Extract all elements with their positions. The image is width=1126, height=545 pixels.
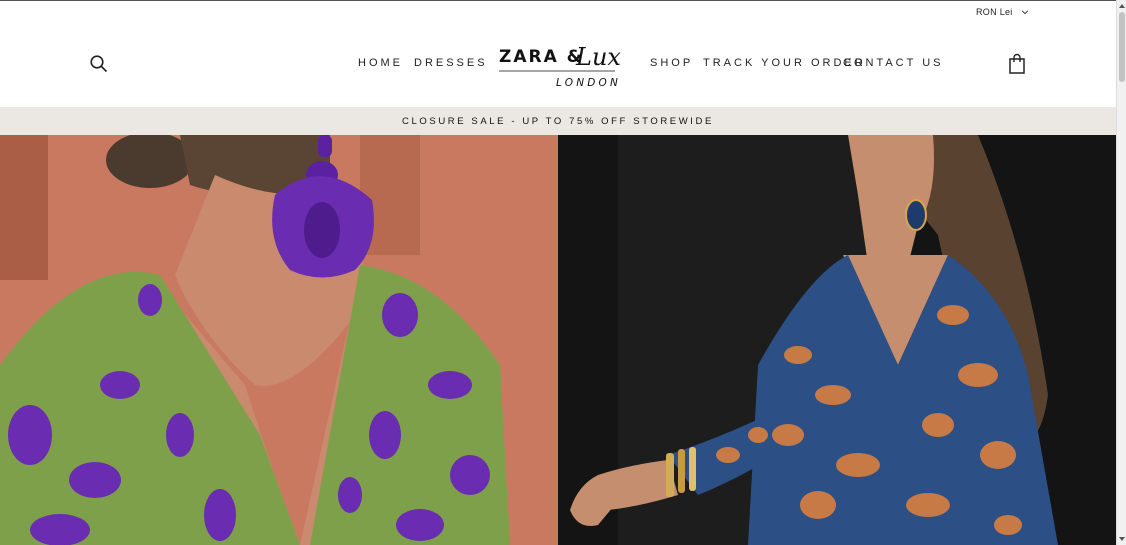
model-green-dress-illustration (0, 135, 558, 545)
nav-track-your-order[interactable]: TRACK YOUR ORDER (703, 57, 866, 69)
shopping-bag-icon[interactable] (1007, 53, 1027, 75)
model-blue-dress-illustration (558, 135, 1116, 545)
page-scrollbar[interactable] (1116, 0, 1126, 545)
scroll-up-arrow-icon[interactable] (1118, 2, 1126, 10)
svg-text:ZARA &: ZARA & (499, 47, 583, 67)
nav-dresses[interactable]: DRESSES (414, 57, 488, 69)
chevron-down-icon (1021, 9, 1028, 14)
nav-shop[interactable]: SHOP (650, 57, 693, 69)
hero-image-right[interactable] (558, 135, 1116, 545)
nav-home[interactable]: HOME (358, 57, 403, 69)
scrollbar-thumb[interactable] (1119, 12, 1125, 82)
hero-banner (0, 135, 1116, 545)
nav-contact-us[interactable]: CONTACT US (843, 57, 944, 69)
scroll-down-arrow-icon[interactable] (1118, 535, 1126, 543)
hero-image-left[interactable] (0, 135, 558, 545)
search-icon[interactable] (89, 54, 109, 74)
page: RON Lei HOME DRESSES ZARA & Lux LONDON S… (0, 0, 1116, 545)
announcement-bar[interactable]: CLOSURE SALE - UP TO 75% OFF STOREWIDE (0, 107, 1116, 135)
site-header: HOME DRESSES ZARA & Lux LONDON SHOP TRAC… (0, 22, 1116, 107)
svg-text:Lux: Lux (575, 43, 621, 71)
currency-selector[interactable]: RON Lei (962, 3, 1032, 20)
currency-label: RON Lei (976, 6, 1013, 17)
utility-bar: RON Lei (0, 0, 1116, 22)
brand-logo[interactable]: ZARA & Lux LONDON (497, 40, 621, 90)
svg-text:LONDON: LONDON (556, 77, 621, 89)
announcement-text: CLOSURE SALE - UP TO 75% OFF STOREWIDE (402, 115, 714, 127)
